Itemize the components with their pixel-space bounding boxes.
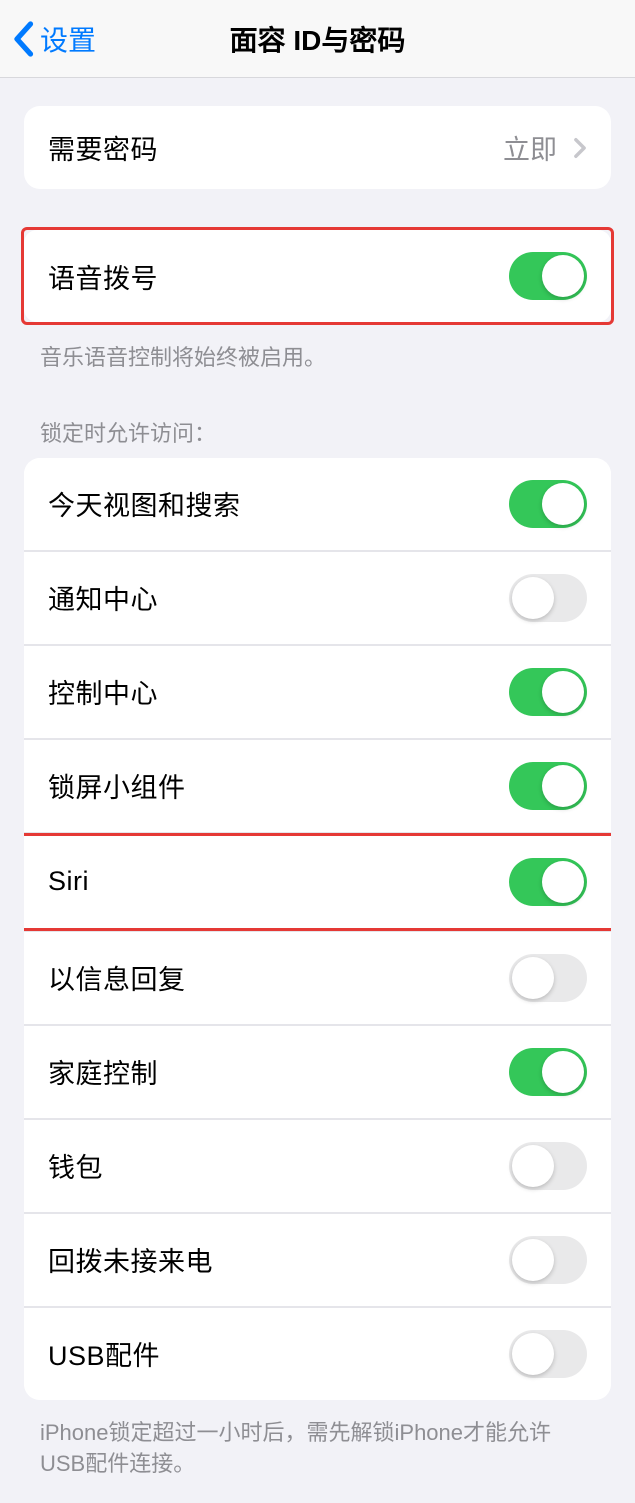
lock-access-row[interactable]: 控制中心 (24, 645, 611, 739)
content: 需要密码 立即 语音拨号 音乐语音控制将始终被启用。 锁定时允许访问： 今天视图… (0, 78, 635, 1503)
row-label: 语音拨号 (48, 257, 158, 296)
row-label: 控制中心 (48, 672, 158, 711)
toggle[interactable] (509, 954, 587, 1002)
row-label: 锁屏小组件 (48, 766, 186, 805)
lock-section-header: 锁定时允许访问： (0, 398, 635, 458)
voice-dial-toggle[interactable] (509, 252, 587, 300)
lock-access-row[interactable]: USB配件 (24, 1307, 611, 1400)
toggle-knob (512, 1239, 554, 1281)
row-label: Siri (48, 866, 89, 897)
toggle[interactable] (509, 480, 587, 528)
voice-dial-highlight: 语音拨号 (21, 227, 614, 325)
toggle[interactable] (509, 762, 587, 810)
lock-access-row[interactable]: 家庭控制 (24, 1025, 611, 1119)
toggle[interactable] (509, 574, 587, 622)
row-label: 钱包 (48, 1146, 103, 1185)
row-label: 需要密码 (48, 128, 158, 167)
navbar: 设置 面容 ID与密码 (0, 0, 635, 78)
lock-access-group: 今天视图和搜索通知中心控制中心锁屏小组件 Siri 以信息回复家庭控制钱包回拨未接来… (24, 458, 611, 1400)
toggle[interactable] (509, 1048, 587, 1096)
row-label: 今天视图和搜索 (48, 484, 241, 523)
toggle-knob (542, 671, 584, 713)
toggle[interactable] (509, 1330, 587, 1378)
lock-section-footer: iPhone锁定超过一小时后，需先解锁iPhone才能允许USB配件连接。 (0, 1410, 635, 1503)
lock-access-row[interactable]: 以信息回复 (24, 931, 611, 1025)
voice-dial-footer: 音乐语音控制将始终被启用。 (0, 335, 635, 398)
chevron-right-icon (573, 137, 587, 159)
lock-access-row[interactable]: 今天视图和搜索 (24, 458, 611, 551)
toggle-knob (512, 1333, 554, 1375)
back-button[interactable]: 设置 (0, 19, 96, 59)
toggle-knob (512, 577, 554, 619)
row-label: 回拨未接来电 (48, 1240, 213, 1279)
toggle-knob (542, 765, 584, 807)
toggle[interactable] (509, 858, 587, 906)
toggle-knob (542, 1051, 584, 1093)
toggle-knob (512, 1145, 554, 1187)
row-value-container: 立即 (503, 128, 587, 167)
voice-dial-row[interactable]: 语音拨号 (24, 230, 611, 322)
lock-access-row[interactable]: 回拨未接来电 (24, 1213, 611, 1307)
toggle-knob (542, 483, 584, 525)
row-label: 通知中心 (48, 578, 158, 617)
lock-access-row[interactable]: 通知中心 (24, 551, 611, 645)
row-label: 以信息回复 (48, 958, 186, 997)
toggle-knob (542, 861, 584, 903)
require-passcode-group: 需要密码 立即 (24, 106, 611, 189)
toggle[interactable] (509, 1236, 587, 1284)
toggle[interactable] (509, 668, 587, 716)
row-label: USB配件 (48, 1334, 160, 1373)
require-passcode-row[interactable]: 需要密码 立即 (24, 106, 611, 189)
toggle[interactable] (509, 1142, 587, 1190)
lock-access-row[interactable]: 锁屏小组件 (24, 739, 611, 833)
toggle-knob (512, 957, 554, 999)
lock-access-row[interactable]: 钱包 (24, 1119, 611, 1213)
back-label: 设置 (40, 19, 96, 59)
chevron-left-icon (12, 21, 34, 57)
lock-access-row[interactable]: Siri (24, 833, 611, 931)
row-label: 家庭控制 (48, 1052, 158, 1091)
row-value: 立即 (503, 128, 557, 167)
toggle-knob (542, 255, 584, 297)
